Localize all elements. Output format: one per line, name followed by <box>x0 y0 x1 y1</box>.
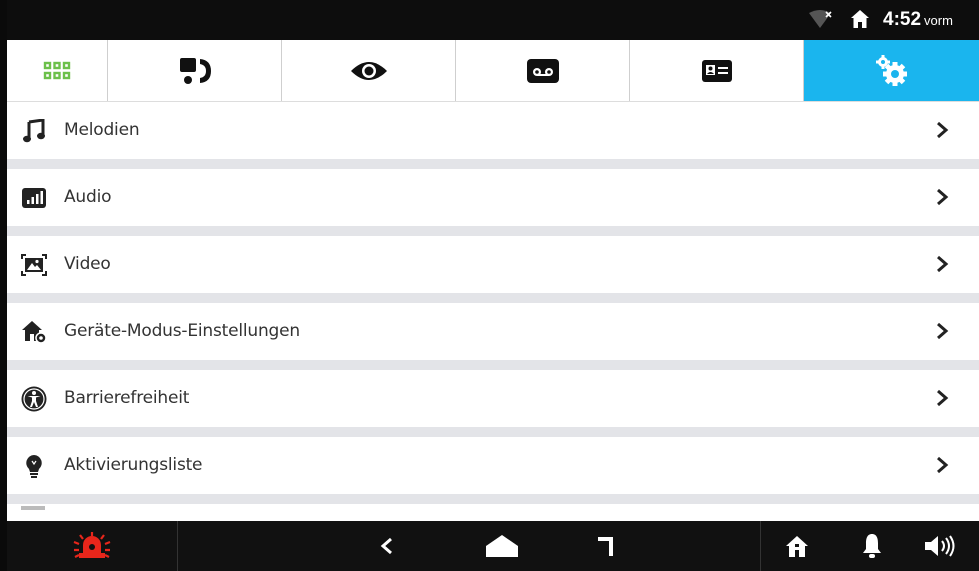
bell-icon <box>863 534 881 558</box>
divider <box>7 293 979 303</box>
divider <box>7 159 979 169</box>
door-button[interactable] <box>577 521 637 571</box>
music-note-icon <box>21 118 47 144</box>
back-button[interactable] <box>357 521 417 571</box>
menu-item-device-mode[interactable]: Geräte-Modus-Einstellungen <box>7 303 979 360</box>
chevron-right-icon <box>937 322 949 340</box>
voicemail-icon <box>526 58 559 83</box>
device-mode-icon <box>21 319 47 345</box>
home-status-button[interactable] <box>767 521 827 571</box>
volume-icon <box>925 535 955 557</box>
menu-item-label: Video <box>64 254 111 274</box>
audio-level-icon <box>21 185 47 211</box>
bar-divider <box>760 521 761 571</box>
home-icon <box>851 10 869 28</box>
clock: 4:52 vorm <box>883 9 953 31</box>
clock-suffix: vorm <box>924 13 953 28</box>
divider <box>7 427 979 437</box>
divider <box>7 494 979 504</box>
partial-icon <box>21 506 45 510</box>
menu-item-video[interactable]: Video <box>7 236 979 293</box>
menu-item-label: Audio <box>64 187 112 207</box>
menu-item-melodien[interactable]: Melodien <box>7 102 979 159</box>
menu-item-audio[interactable]: Audio <box>7 169 979 226</box>
tab-contacts[interactable] <box>630 40 804 101</box>
settings-list: Melodien Audio Video Geräte-Modus-Einste… <box>7 102 979 524</box>
tab-apps[interactable] <box>7 40 108 101</box>
eye-icon <box>350 61 387 80</box>
divider <box>7 360 979 370</box>
chevron-right-icon <box>937 188 949 206</box>
divider <box>7 226 979 236</box>
alarm-siren-icon <box>73 532 111 558</box>
home-nav-button[interactable] <box>467 521 537 571</box>
back-icon <box>380 537 392 555</box>
bar-divider <box>177 521 178 571</box>
alarm-button[interactable] <box>7 521 177 571</box>
menu-item-label: Barrierefreiheit <box>64 388 190 408</box>
home-nav-icon <box>486 535 518 557</box>
chevron-right-icon <box>937 389 949 407</box>
bottom-bar <box>7 521 979 571</box>
menu-item-accessibility[interactable]: Barrierefreiheit <box>7 370 979 427</box>
tab-intercom[interactable] <box>108 40 282 101</box>
tab-voicemail[interactable] <box>456 40 630 101</box>
volume-button[interactable] <box>912 521 972 571</box>
video-frame-icon <box>21 252 47 278</box>
door-icon <box>598 537 613 556</box>
bell-button[interactable] <box>842 521 902 571</box>
tab-bar <box>7 40 979 102</box>
settings-gears-icon <box>875 54 907 86</box>
app-screen: 4:52 vorm Melodien Audio Video Geräte-Mo… <box>0 0 979 571</box>
screen-edge <box>0 0 7 571</box>
chevron-right-icon <box>937 456 949 474</box>
contact-card-icon <box>701 59 732 82</box>
menu-item-label: Geräte-Modus-Einstellungen <box>64 321 300 341</box>
menu-item-label: Aktivierungsliste <box>64 455 203 475</box>
accessibility-icon <box>21 386 47 412</box>
home-icon <box>786 536 808 557</box>
menu-item-activation-list[interactable]: Aktivierungsliste <box>7 437 979 494</box>
status-bar: 4:52 vorm <box>7 0 979 40</box>
menu-item-label: Melodien <box>64 120 140 140</box>
tab-monitor[interactable] <box>282 40 456 101</box>
wifi-off-icon <box>809 10 832 28</box>
intercom-call-icon <box>179 57 211 84</box>
lightbulb-icon <box>21 453 47 479</box>
apps-grid-icon <box>43 61 71 79</box>
clock-time: 4:52 <box>883 9 922 30</box>
chevron-right-icon <box>937 255 949 273</box>
chevron-right-icon <box>937 121 949 139</box>
tab-settings[interactable] <box>804 40 979 101</box>
